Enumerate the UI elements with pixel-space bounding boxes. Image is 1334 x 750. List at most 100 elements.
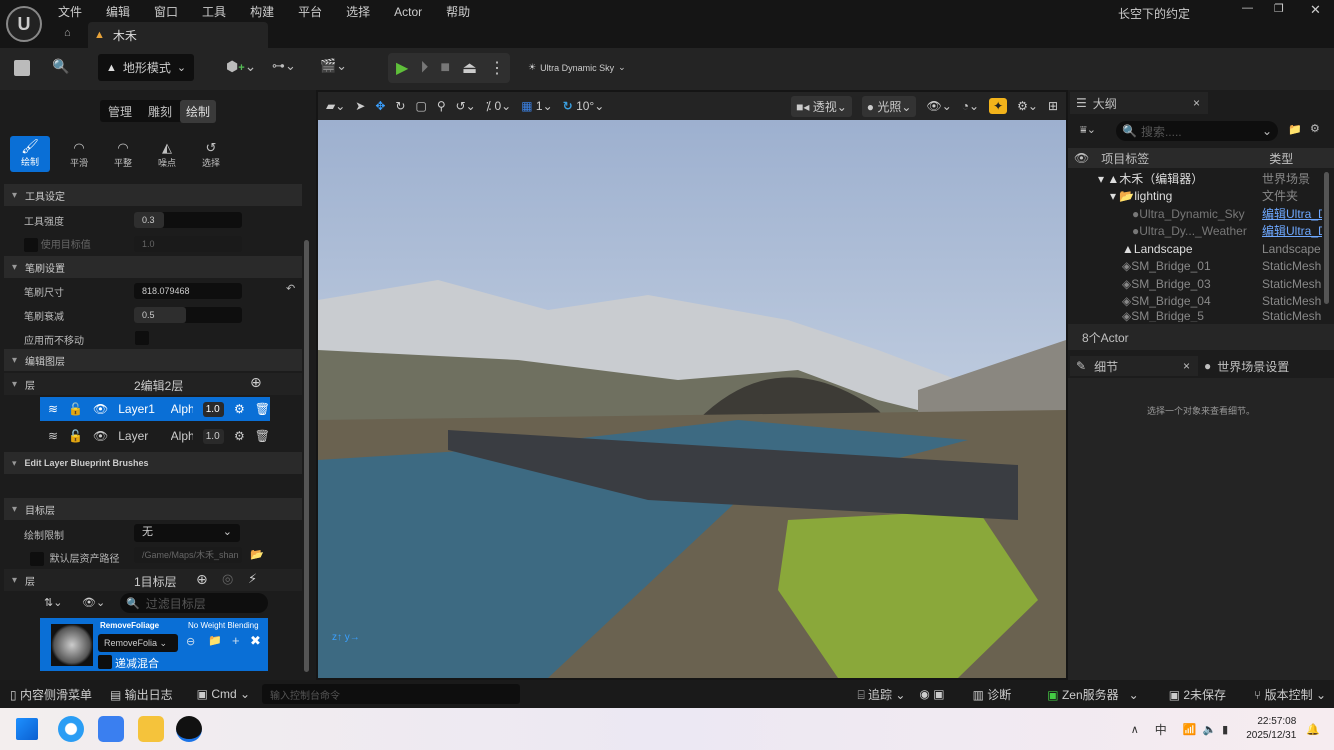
details-tab[interactable]: ✎ 细节 × xyxy=(1070,356,1198,376)
folder-icon[interactable]: 📂 xyxy=(250,548,264,561)
panel-scrollbar[interactable] xyxy=(304,240,309,672)
sort-icon[interactable]: ⇅⌄ xyxy=(44,596,62,609)
create-icon[interactable]: + xyxy=(232,633,240,648)
lighting-button[interactable]: ● 光照⌄ xyxy=(861,95,917,117)
cinematics-icon[interactable]: 🎬⌄ xyxy=(320,58,347,74)
layer-row[interactable]: ≋ 🔓 👁 Layer1 Alpha 1.0 ⚙ 🗑 xyxy=(40,397,270,421)
minimize-button[interactable]: — xyxy=(1242,2,1253,14)
zen-server-button[interactable]: ▣ Zen服务器 ⌄ xyxy=(1047,686,1138,703)
add-layer-icon[interactable]: ⊕ xyxy=(250,374,262,391)
target-layer-item[interactable]: RemoveFoliage No Weight Blending RemoveF… xyxy=(40,618,268,671)
layer-info-select[interactable]: RemoveFolia ⌄ xyxy=(98,634,178,652)
tool-flatten[interactable]: ◠ 平整 xyxy=(108,140,138,169)
start-icon[interactable] xyxy=(16,718,38,740)
add-target-icon[interactable]: ⊕ xyxy=(196,571,208,588)
filter-icon[interactable]: ⩸⌄ xyxy=(1080,123,1096,137)
lock-icon[interactable]: 🔓 xyxy=(68,429,83,443)
browse-icon[interactable]: 🔍 xyxy=(52,58,69,75)
menu-edit[interactable]: 编辑 xyxy=(106,3,130,20)
wifi-icon[interactable]: 📶 xyxy=(1183,723,1197,736)
alpha-input[interactable]: 1.0 xyxy=(202,401,224,417)
section-tool-settings[interactable]: 工具设定 xyxy=(4,184,302,206)
settings-icon[interactable]: ⚙⌄ xyxy=(1017,99,1038,113)
show-icon[interactable]: 👁⌄ xyxy=(926,99,951,113)
paint-limit-select[interactable]: 无 ⌄ xyxy=(134,524,240,542)
outliner-row[interactable]: ● Ultra_Dy..._Weather 编辑Ultra_D xyxy=(1068,222,1334,239)
trace-button[interactable]: ⌸ 追踪 ⌄ xyxy=(857,686,905,703)
menu-window[interactable]: 窗口 xyxy=(154,3,178,20)
outliner-row[interactable]: ◈ SM_Bridge_5 StaticMesh xyxy=(1068,310,1334,322)
world-settings-tab[interactable]: ● 世界场景设置 xyxy=(1204,356,1289,376)
scale-icon[interactable]: ▢ xyxy=(415,99,426,113)
tool-noise[interactable]: ◭ 噪点 xyxy=(152,140,182,169)
col-label[interactable]: 项目标签 xyxy=(1101,150,1259,167)
translate-icon[interactable]: ✥ xyxy=(375,99,385,113)
performance-icon[interactable]: ◔⌄ xyxy=(962,99,979,113)
output-log-button[interactable]: ▤ 输出日志 xyxy=(110,686,173,703)
tool-select[interactable]: ↺ 选择 xyxy=(196,140,226,169)
asset-path-checkbox[interactable]: 默认层资产路径 xyxy=(30,550,120,567)
ime-indicator[interactable]: 中 xyxy=(1155,721,1167,738)
use-asset-icon[interactable]: ⊖ xyxy=(186,635,195,648)
outliner-row[interactable]: ◈ SM_Bridge_04 StaticMesh xyxy=(1068,292,1334,309)
layer-row[interactable]: ≋ 🔓 👁 Layer Alpha 1.0 ⚙ 🗑 xyxy=(40,424,270,448)
import-icon[interactable]: ◎ xyxy=(222,571,233,587)
section-brush-settings[interactable]: 笔刷设置 xyxy=(4,256,302,278)
tab-manage[interactable]: 管理 xyxy=(100,103,140,120)
outliner-row[interactable]: ◈ SM_Bridge_03 StaticMesh xyxy=(1068,275,1334,292)
section-edit-layers[interactable]: 编辑图层 xyxy=(4,349,302,371)
unreal-taskbar-icon[interactable] xyxy=(176,716,202,742)
eye-icon[interactable]: 👁 xyxy=(1074,151,1089,165)
select-mode-icon[interactable]: ▰⌄ xyxy=(326,99,345,113)
save-icon[interactable] xyxy=(14,60,30,76)
battery-icon[interactable]: ▮ xyxy=(1222,723,1228,736)
add-folder-icon[interactable]: 📁 xyxy=(1288,123,1302,136)
maximize-button[interactable]: ❐ xyxy=(1274,2,1284,15)
trash-icon[interactable]: 🗑 xyxy=(255,429,270,443)
lock-icon[interactable]: 🔓 xyxy=(68,402,83,416)
clock[interactable]: 22:57:08 2025/12/31 xyxy=(1246,715,1296,743)
reset-icon[interactable]: ↶ xyxy=(286,282,295,295)
cmd-dropdown[interactable]: ▣ Cmd ⌄ xyxy=(197,687,250,701)
browse-asset-icon[interactable]: 📁 xyxy=(208,634,222,647)
pointer-icon[interactable]: ➤ xyxy=(355,99,365,113)
stop-icon[interactable]: ■ xyxy=(440,59,450,77)
gear-icon[interactable]: ⚙ xyxy=(234,402,245,416)
notification-icon[interactable]: 🔔 xyxy=(1306,723,1320,736)
outliner-row[interactable]: ◈ SM_Bridge_01 StaticMesh xyxy=(1068,257,1334,274)
tab-sculpt[interactable]: 雕刻 xyxy=(140,103,180,120)
perspective-button[interactable]: ■◂ 透视⌄ xyxy=(791,95,852,117)
layout-icon[interactable]: ⊞ xyxy=(1048,99,1058,113)
filter-input[interactable]: 🔍 过滤目标层 xyxy=(120,593,268,613)
trash-icon[interactable]: 🗑 xyxy=(255,402,270,416)
no-move-checkbox[interactable] xyxy=(135,331,149,345)
rotate-icon[interactable]: ↻ xyxy=(395,99,405,113)
home-icon[interactable]: ⌂ xyxy=(64,27,71,39)
section-blueprint-brushes[interactable]: Edit Layer Blueprint Brushes xyxy=(4,452,302,474)
browser-icon[interactable] xyxy=(58,716,84,742)
menu-file[interactable]: 文件 xyxy=(58,3,82,20)
viewport[interactable]: ▰⌄ ➤ ✥ ↻ ▢ ⚲ ↺⌄ ⁒ 0⌄ ▦ 1⌄ ↻ 10°⌄ ■◂ 透视⌄ … xyxy=(318,92,1066,678)
record-icon[interactable]: ◉ ▣ xyxy=(919,687,944,701)
use-target-input[interactable]: 1.0 xyxy=(134,236,242,252)
play-icon[interactable]: ▶ xyxy=(396,58,408,78)
rotate-snap[interactable]: ↻ 10°⌄ xyxy=(563,99,605,113)
volume-icon[interactable]: 🔈 xyxy=(1202,723,1216,736)
blueprint-icon[interactable]: ⊶⌄ xyxy=(272,58,296,74)
row-type-link[interactable]: 编辑Ultra_D xyxy=(1262,222,1322,239)
tab-paint[interactable]: 绘制 xyxy=(180,99,217,123)
grid-snap[interactable]: ▦ 1⌄ xyxy=(521,99,552,113)
tool-paint[interactable]: 🖌 绘制 xyxy=(10,136,50,172)
sky-dropdown[interactable]: ☀ Ultra Dynamic Sky ⌄ xyxy=(528,62,626,73)
alpha-input[interactable]: 1.0 xyxy=(202,428,224,444)
console-input[interactable]: 输入控制台命令 xyxy=(262,684,521,704)
outliner-row[interactable]: ▾ 📂 lighting 文件夹 xyxy=(1068,187,1334,204)
mode-dropdown[interactable]: ▲ 地形模式 ⌄ xyxy=(98,54,194,81)
eye-icon[interactable]: 👁 xyxy=(93,429,108,443)
col-type[interactable]: 类型 xyxy=(1269,150,1293,167)
menu-actor[interactable]: Actor xyxy=(394,5,422,19)
unsaved-button[interactable]: ▣ 2未保存 xyxy=(1169,686,1226,703)
section-target-layers[interactable]: 目标层 xyxy=(4,498,302,520)
outliner-row[interactable]: ● Ultra_Dynamic_Sky 编辑Ultra_D xyxy=(1068,205,1334,222)
settings-icon[interactable]: ⚙ xyxy=(1310,122,1320,135)
